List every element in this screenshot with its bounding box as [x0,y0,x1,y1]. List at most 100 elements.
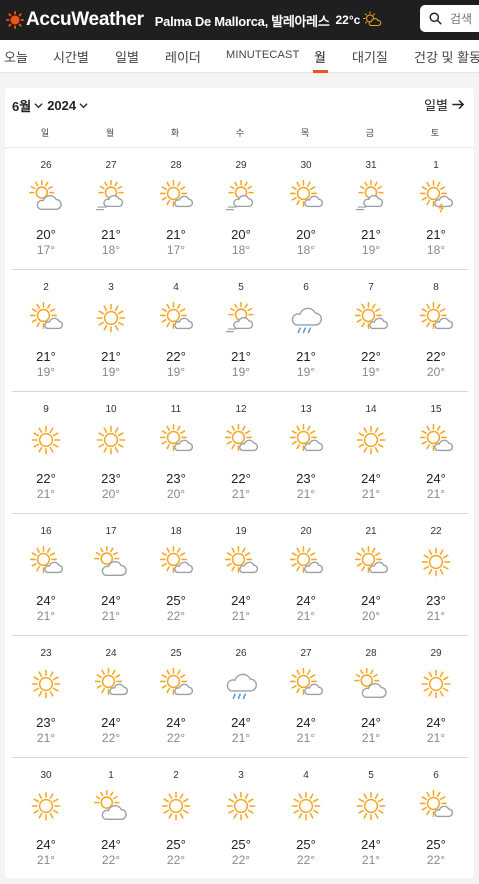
tab-air-quality[interactable]: 대기질 [352,47,388,66]
calendar-day[interactable]: 25 24° 22° [151,636,201,758]
calendar-day[interactable]: 22 23° 21° [411,514,461,636]
calendar-day[interactable]: 6 21° 19° [281,270,331,392]
calendar-week: 26 20° 17° 27 21° 18° 28 21° 17° 29 20° 18° 30 20° 18°… [5,148,461,270]
calendar-week: 9 22° 21° 10 23° 20° 11 23° 20° 12 22° 21° 13 23° 21° 1… [5,392,461,514]
location-name[interactable]: Palma De Mallorca, 발레아레스 [155,11,330,30]
brand-logo[interactable]: AccuWeather [6,9,144,31]
low-temperature: 21° [426,731,446,745]
weekday-label: 일 [40,128,50,138]
calendar-day[interactable]: 18 25° 22° [151,514,201,636]
calendar-day[interactable]: 12 22° 21° [216,392,266,514]
day-number: 2 [43,282,49,293]
search-input[interactable] [450,11,479,26]
low-temperature: 18° [231,243,251,257]
calendar-day[interactable]: 23 23° 21° [21,636,71,758]
calendar-day[interactable]: 2 21° 19° [21,270,71,392]
monthly-calendar: 6월 2024 일별 일월화수목금토 26 20° 17° 27 21° 18° 28 21°… [5,88,474,878]
low-temperature: 21° [426,609,446,623]
calendar-day[interactable]: 19 24° 21° [216,514,266,636]
calendar-day[interactable]: 28 21° 17° [151,148,201,270]
calendar-day[interactable]: 8 22° 20° [411,270,461,392]
day-number: 26 [235,648,247,659]
calendar-day[interactable]: 2 25° 22° [151,758,201,880]
day-number: 14 [365,404,377,415]
day-number: 23 [40,648,52,659]
low-temperature: 21° [361,731,381,745]
calendar-day[interactable]: 5 21° 19° [216,270,266,392]
calendar-day[interactable]: 14 24° 21° [346,392,396,514]
search-box[interactable] [420,5,479,32]
day-number: 16 [40,526,52,537]
calendar-day[interactable]: 26 20° 17° [21,148,71,270]
low-temperature: 21° [296,731,316,745]
high-temperature: 24° [101,715,121,730]
calendar-day[interactable]: 9 22° 21° [21,392,71,514]
calendar-day[interactable]: 7 22° 19° [346,270,396,392]
calendar-day[interactable]: 11 23° 20° [151,392,201,514]
calendar-day[interactable]: 30 20° 18° [281,148,331,270]
daily-view-link[interactable]: 일별 [424,95,465,114]
day-number: 6 [433,770,439,781]
chevron-down-icon[interactable] [34,101,43,110]
calendar-day[interactable]: 5 24° 21° [346,758,396,880]
month-year-selector[interactable]: 6월 2024 [12,96,92,115]
tab-daily[interactable]: 일별 [115,47,139,66]
low-temperature: 21° [36,609,56,623]
calendar-day[interactable]: 27 24° 21° [281,636,331,758]
calendar-day[interactable]: 4 22° 19° [151,270,201,392]
weekday-label: 수 [235,128,245,138]
calendar-day[interactable]: 29 24° 21° [411,636,461,758]
calendar-day[interactable]: 3 21° 19° [86,270,136,392]
high-temperature: 22° [426,349,446,364]
calendar-day[interactable]: 15 24° 21° [411,392,461,514]
tab-health-activities[interactable]: 건강 및 활동 [414,47,479,66]
calendar-day[interactable]: 30 24° 21° [21,758,71,880]
high-temperature: 22° [166,349,186,364]
calendar-day[interactable]: 4 25° 22° [281,758,331,880]
day-number: 31 [365,160,377,171]
calendar-day[interactable]: 28 24° 21° [346,636,396,758]
calendar-day[interactable]: 1 21° 18° [411,148,461,270]
calendar-day[interactable]: 29 20° 18° [216,148,266,270]
calendar-week: 23 23° 21° 24 24° 22° 25 24° 22° 26 24° 21° 27 24° 21°… [5,636,461,758]
mostly-cloudy-icon [94,545,127,577]
partly-cloudy-icon [94,667,128,696]
tab-radar[interactable]: 레이더 [165,47,201,66]
tab-monthly[interactable]: 월 [314,47,326,66]
high-temperature: 24° [101,593,121,608]
calendar-day[interactable]: 13 23° 21° [281,392,331,514]
sun-logo-icon [6,11,24,29]
calendar-day[interactable]: 26 24° 21° [216,636,266,758]
calendar-day[interactable]: 6 25° 22° [411,758,461,880]
day-number: 12 [235,404,247,415]
weekday-label: 금 [365,128,375,138]
calendar-day[interactable]: 24 24° 22° [86,636,136,758]
calendar-day[interactable]: 17 24° 21° [86,514,136,636]
current-temperature[interactable]: 22°c [336,13,361,27]
calendar-day[interactable]: 27 21° 18° [86,148,136,270]
day-number: 20 [300,526,312,537]
low-temperature: 22° [101,731,121,745]
calendar-day[interactable]: 21 24° 20° [346,514,396,636]
calendar-day[interactable]: 1 24° 22° [86,758,136,880]
day-number: 18 [170,526,182,537]
calendar-day[interactable]: 20 24° 21° [281,514,331,636]
high-temperature: 24° [231,593,251,608]
high-temperature: 25° [426,837,446,852]
low-temperature: 19° [101,365,121,379]
day-number: 21 [365,526,377,537]
day-number: 1 [433,160,439,171]
calendar-day[interactable]: 31 21° 19° [346,148,396,270]
chevron-down-icon[interactable] [79,101,88,110]
low-temperature: 20° [426,365,446,379]
low-temperature: 20° [166,487,186,501]
calendar-day[interactable]: 3 25° 22° [216,758,266,880]
high-temperature: 21° [426,227,446,242]
tab-hourly[interactable]: 시간별 [53,47,89,66]
calendar-day[interactable]: 16 24° 21° [21,514,71,636]
tab-minutecast[interactable]: MINUTECAST [226,49,300,61]
calendar-day[interactable]: 10 23° 20° [86,392,136,514]
high-temperature: 24° [361,837,381,852]
tab-today[interactable]: 오늘 [4,47,28,66]
day-number: 10 [105,404,117,415]
